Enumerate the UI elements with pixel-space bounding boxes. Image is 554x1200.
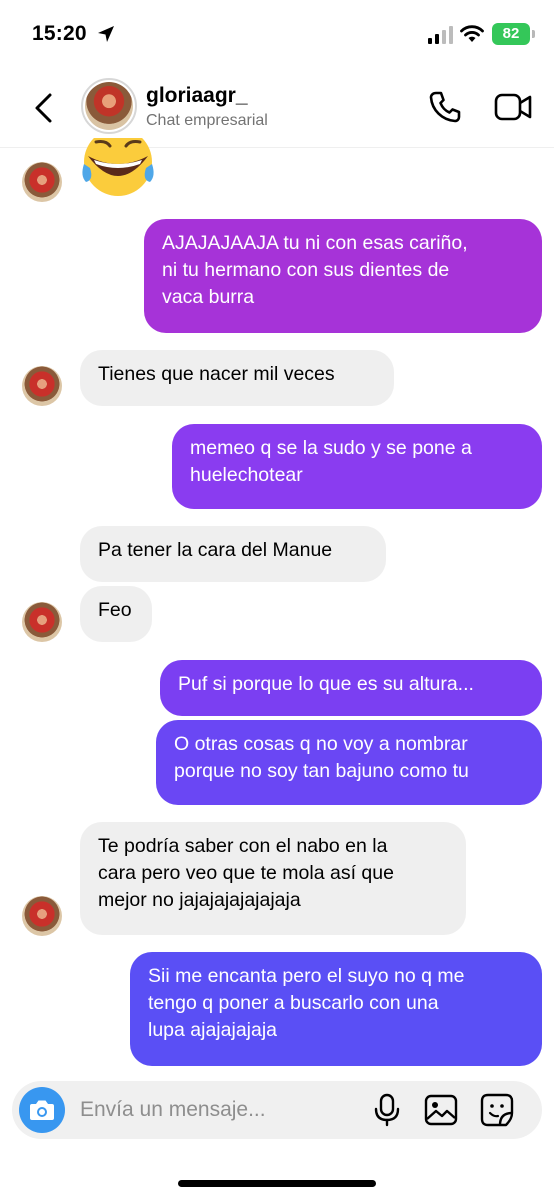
outgoing-message[interactable]: Sii me encanta pero el suyo no q me teng… xyxy=(130,952,542,1066)
avatar[interactable] xyxy=(22,602,62,642)
microphone-icon[interactable] xyxy=(372,1093,402,1127)
phone-icon[interactable] xyxy=(426,88,464,126)
avatar[interactable] xyxy=(22,896,62,936)
message-composer xyxy=(12,1081,542,1139)
back-arrow-icon[interactable] xyxy=(26,90,62,126)
laughing-tears-emoji-icon xyxy=(82,138,154,196)
contact-name[interactable]: gloriaagr_ xyxy=(146,84,248,108)
outgoing-message[interactable]: Puf si porque lo que es su altura... xyxy=(160,660,542,716)
avatar[interactable] xyxy=(22,162,62,202)
incoming-message[interactable]: Pa tener la cara del Manue xyxy=(80,526,386,582)
wifi-icon xyxy=(460,25,484,42)
signal-icon xyxy=(428,26,453,44)
chat-header: gloriaagr_ Chat empresarial xyxy=(0,70,554,148)
message-input[interactable] xyxy=(80,1094,360,1126)
sticker-icon[interactable] xyxy=(480,1093,514,1127)
gallery-icon[interactable] xyxy=(424,1094,458,1126)
avatar[interactable] xyxy=(22,366,62,406)
incoming-message[interactable]: Tienes que nacer mil veces xyxy=(80,350,394,406)
outgoing-message[interactable]: memeo q se la sudo y se pone a huelechot… xyxy=(172,424,542,509)
outgoing-message[interactable]: AJAJAJAAJA tu ni con esas cariño, ni tu … xyxy=(144,219,542,333)
avatar[interactable] xyxy=(81,78,137,134)
battery-indicator: 82 xyxy=(492,23,535,45)
camera-button[interactable] xyxy=(19,1087,65,1133)
status-time: 15:20 xyxy=(32,22,87,45)
outgoing-message[interactable]: O otras cosas q no voy a nombrar porque … xyxy=(156,720,542,805)
incoming-message[interactable]: Feo xyxy=(80,586,152,642)
camera-icon xyxy=(30,1100,54,1120)
video-camera-icon[interactable] xyxy=(493,90,533,124)
incoming-message[interactable]: Te podría saber con el nabo en la cara p… xyxy=(80,822,466,935)
home-indicator xyxy=(178,1180,376,1187)
status-bar: 15:20 82 xyxy=(0,0,554,70)
location-arrow-icon xyxy=(98,26,114,42)
chat-subtitle: Chat empresarial xyxy=(146,112,268,129)
